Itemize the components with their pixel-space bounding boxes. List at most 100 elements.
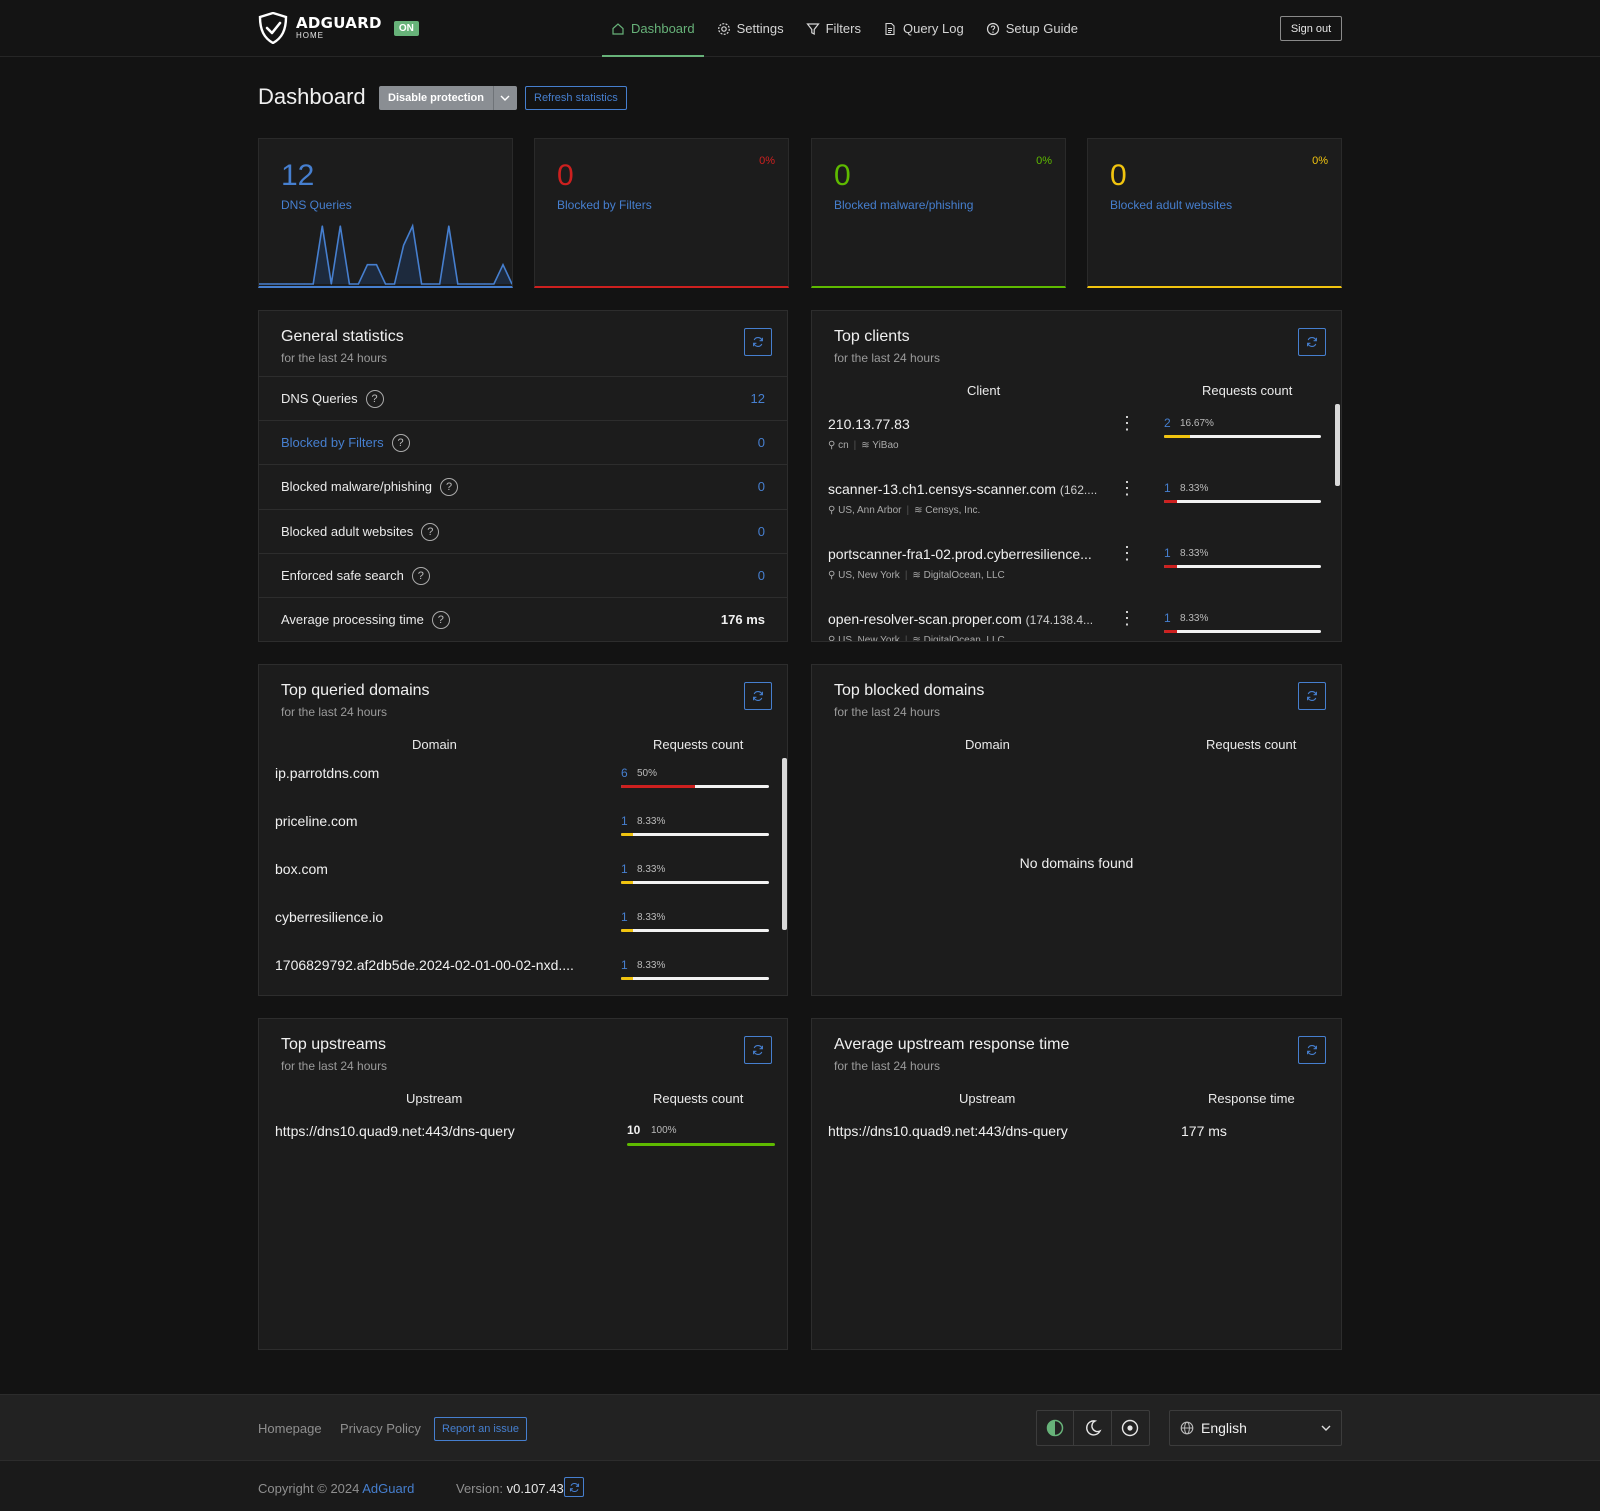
scrollbar-thumb[interactable]: [782, 758, 787, 930]
refresh-button[interactable]: [1298, 682, 1326, 710]
nav-label: Setup Guide: [1005, 21, 1078, 36]
more-actions-icon[interactable]: ⋮: [1118, 413, 1136, 433]
nav-settings[interactable]: Settings: [706, 0, 795, 57]
nav-dashboard[interactable]: Dashboard: [600, 0, 706, 57]
refresh-button[interactable]: [1298, 328, 1326, 356]
help-icon[interactable]: ?: [411, 566, 430, 585]
panel-title: General statistics: [281, 328, 404, 345]
refresh-button[interactable]: [744, 1036, 772, 1064]
refresh-statistics-button[interactable]: Refresh statistics: [525, 86, 627, 110]
request-share-fill: [1164, 630, 1178, 633]
theme-auto-button[interactable]: [1037, 1411, 1075, 1445]
client-name[interactable]: portscanner-fra1-02.prod.cyberresilience…: [828, 546, 1092, 562]
check-updates-button[interactable]: [564, 1477, 584, 1497]
disable-protection-button[interactable]: Disable protection: [379, 86, 493, 110]
refresh-button[interactable]: [744, 328, 772, 356]
client-hostname: open-resolver-scan.proper.com: [828, 611, 1022, 627]
blocked-by-filters-link[interactable]: Blocked by Filters: [281, 435, 384, 450]
more-actions-icon[interactable]: ⋮: [1118, 478, 1136, 498]
column-header-upstream[interactable]: Upstream: [406, 1091, 462, 1106]
nav-filters[interactable]: Filters: [795, 0, 872, 57]
stat-row-blocked-filters: Blocked by Filters ? 0: [259, 420, 787, 464]
upstream-url: https://dns10.quad9.net:443/dns-query: [275, 1123, 515, 1139]
stat-percent: 0%: [1036, 155, 1052, 167]
column-header-client[interactable]: Client: [967, 383, 1000, 398]
separator: |: [904, 570, 908, 581]
request-count: 1: [1164, 611, 1171, 625]
stat-name: Average processing time: [281, 612, 424, 627]
nav-setup-guide[interactable]: Setup Guide: [975, 0, 1089, 57]
sparkline-point: [457, 283, 459, 285]
domain-name[interactable]: ip.parrotdns.com: [275, 765, 379, 781]
column-header-domain[interactable]: Domain: [965, 737, 1010, 752]
wifi-icon: ≋: [912, 570, 924, 581]
homepage-link[interactable]: Homepage: [258, 1421, 322, 1436]
scrollbar-thumb[interactable]: [1335, 404, 1340, 486]
sign-out-button[interactable]: Sign out: [1280, 16, 1342, 41]
protection-status-badge: ON: [393, 20, 419, 36]
report-issue-button[interactable]: Report an issue: [434, 1417, 528, 1441]
sparkline-point: [330, 283, 332, 285]
disable-protection-dropdown-toggle[interactable]: [492, 86, 517, 110]
help-icon[interactable]: ?: [391, 433, 410, 452]
refresh-button[interactable]: [744, 682, 772, 710]
sparkline-point: [366, 264, 368, 266]
request-share-fill: [1164, 435, 1191, 438]
adguard-logo[interactable]: ADGUARD HOME ON: [258, 12, 419, 44]
request-share-bar: [621, 833, 769, 836]
column-header-requests[interactable]: Requests count: [1202, 383, 1292, 398]
nav-label: Query Log: [902, 21, 964, 36]
client-name[interactable]: scanner-13.ch1.censys-scanner.com (162..…: [828, 481, 1097, 497]
domain-name[interactable]: cyberresilience.io: [275, 909, 383, 925]
separator: |: [904, 635, 908, 642]
domain-name[interactable]: 1706829792.af2db5de.2024-02-01-00-02-nxd…: [275, 957, 574, 973]
client-org: YiBao: [872, 440, 899, 451]
client-row[interactable]: open-resolver-scan.proper.com (174.138.4…: [812, 599, 1322, 642]
theme-dark-button[interactable]: [1074, 1411, 1112, 1445]
client-name[interactable]: 210.13.77.83: [828, 416, 910, 432]
request-share-fill: [621, 977, 634, 980]
help-icon[interactable]: ?: [440, 477, 459, 496]
request-share-fill: [621, 833, 634, 836]
panel-subtitle: for the last 24 hours: [834, 705, 941, 719]
refresh-icon: [1307, 337, 1317, 347]
column-header-requests[interactable]: Requests count: [653, 1091, 743, 1106]
client-name[interactable]: open-resolver-scan.proper.com (174.138.4…: [828, 611, 1093, 627]
client-row[interactable]: 210.13.77.83 ⚲ cn | ≋ YiBao ⋮ 2 16.67%: [812, 404, 1322, 468]
privacy-policy-link[interactable]: Privacy Policy: [340, 1421, 421, 1436]
client-row[interactable]: portscanner-fra1-02.prod.cyberresilience…: [812, 534, 1322, 598]
wifi-icon: ≋: [861, 440, 873, 451]
nav-query-log[interactable]: Query Log: [872, 0, 975, 57]
stat-value: 0: [757, 479, 765, 494]
language-select[interactable]: English: [1169, 1410, 1342, 1446]
column-header-requests[interactable]: Requests count: [653, 737, 743, 752]
column-header-requests[interactable]: Requests count: [1206, 737, 1296, 752]
help-icon[interactable]: ?: [431, 610, 450, 629]
refresh-button[interactable]: [1298, 1036, 1326, 1064]
help-icon[interactable]: ?: [365, 389, 384, 408]
domain-name[interactable]: box.com: [275, 861, 328, 877]
response-time-value: 177 ms: [1181, 1123, 1227, 1139]
nav-label: Filters: [825, 21, 861, 36]
client-ip: (174.138.4...: [1025, 613, 1094, 627]
general-statistics-panel: General statistics for the last 24 hours…: [258, 310, 788, 642]
column-header-upstream[interactable]: Upstream: [959, 1091, 1015, 1106]
request-percent: 8.33%: [1180, 548, 1209, 559]
client-location: US, New York: [838, 570, 900, 581]
stat-value: 0: [834, 159, 851, 192]
help-icon[interactable]: ?: [421, 522, 440, 541]
client-hostname: portscanner-fra1-02.prod.cyberresilience…: [828, 546, 1092, 562]
theme-light-button[interactable]: [1112, 1411, 1149, 1445]
more-actions-icon[interactable]: ⋮: [1118, 543, 1136, 563]
stat-row-avg-processing: Average processing time ? 176 ms: [259, 597, 787, 641]
stat-percent: 0%: [1312, 155, 1328, 167]
request-percent: 8.33%: [637, 816, 666, 827]
sparkline-point: [502, 264, 504, 266]
adguard-link[interactable]: AdGuard: [362, 1481, 414, 1496]
column-header-domain[interactable]: Domain: [412, 737, 457, 752]
client-row[interactable]: scanner-13.ch1.censys-scanner.com (162..…: [812, 469, 1322, 533]
domain-name[interactable]: priceline.com: [275, 813, 357, 829]
column-header-response-time[interactable]: Response time: [1208, 1091, 1295, 1106]
nav-label: Settings: [736, 21, 784, 36]
more-actions-icon[interactable]: ⋮: [1118, 608, 1136, 628]
